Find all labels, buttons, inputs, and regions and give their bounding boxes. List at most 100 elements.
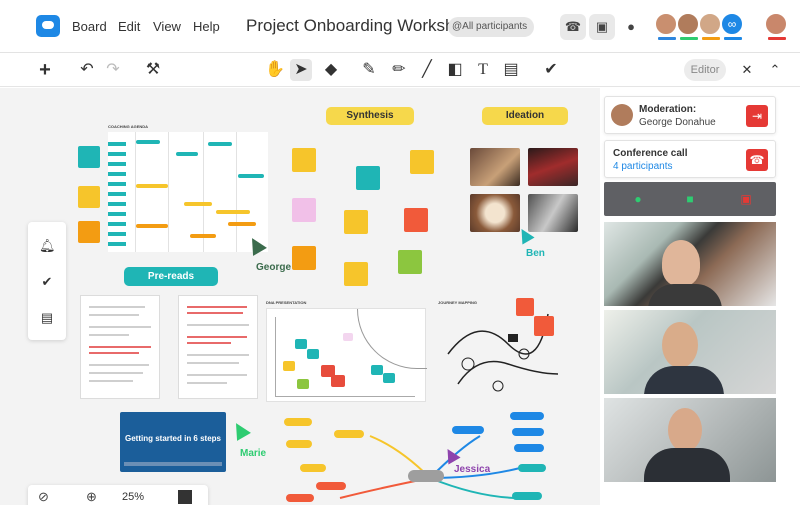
avatar[interactable] xyxy=(654,12,678,40)
menu-board[interactable]: Board xyxy=(72,19,107,34)
editor-button[interactable]: Editor xyxy=(684,59,726,81)
compass-icon[interactable]: ⊘ xyxy=(38,489,49,505)
link-icon[interactable]: ∞ xyxy=(720,12,744,40)
sticky-note[interactable] xyxy=(398,250,422,274)
heading-pre-reads[interactable]: Pre-reads xyxy=(124,267,218,286)
sticky-note[interactable] xyxy=(516,298,534,316)
avatar xyxy=(611,104,633,126)
video-participant-2[interactable] xyxy=(604,310,776,394)
chat-icon[interactable]: ● xyxy=(618,14,644,40)
sticky-note[interactable] xyxy=(78,221,100,243)
video-participant-3[interactable] xyxy=(604,398,776,482)
comment-icon[interactable]: ✔ xyxy=(540,59,562,81)
board-canvas[interactable]: COACHING AGENDA George Synthesis Ideatio… xyxy=(0,88,600,505)
pre-read-document[interactable] xyxy=(80,295,160,399)
sticky-note[interactable] xyxy=(410,150,434,174)
notification-bell-icon[interactable]: 🔔︎ xyxy=(39,238,56,254)
menu-view[interactable]: View xyxy=(153,19,181,34)
conference-call-title: Conference call xyxy=(613,148,688,159)
zoom-toolbar: ⊘ ⊕ 25% xyxy=(28,485,208,505)
participant-body xyxy=(644,366,724,394)
video-progress-bar[interactable] xyxy=(124,462,222,466)
coaching-agenda-title: COACHING AGENDA xyxy=(108,124,149,129)
check-circle-icon[interactable]: ✔ xyxy=(39,274,55,290)
add-icon[interactable]: + xyxy=(34,59,56,81)
sticky-note[interactable] xyxy=(344,262,368,286)
menu-edit[interactable]: Edit xyxy=(118,19,140,34)
phone-icon[interactable]: ☎ xyxy=(560,14,586,40)
moderation-card: Moderation: George Donahue ⇥ xyxy=(604,96,776,134)
avatar[interactable] xyxy=(676,12,700,40)
ideation-photo[interactable] xyxy=(470,148,520,186)
avatar[interactable] xyxy=(698,12,722,40)
sticky-note[interactable] xyxy=(344,210,368,234)
undo-icon[interactable]: ↶ xyxy=(76,59,98,81)
heading-ideation[interactable]: Ideation xyxy=(482,107,568,125)
fullscreen-icon[interactable]: ✕ xyxy=(736,59,758,81)
menu-help[interactable]: Help xyxy=(193,19,220,34)
video-participant-1[interactable] xyxy=(604,222,776,306)
pre-read-document[interactable] xyxy=(178,295,258,399)
mind-map[interactable] xyxy=(280,408,560,505)
participant-face xyxy=(662,240,700,286)
document-list-icon[interactable]: ▤ xyxy=(39,310,55,326)
zoom-level[interactable]: 25% xyxy=(122,491,144,503)
cursor-label-jessica: Jessica xyxy=(454,464,491,475)
participant-body xyxy=(648,284,722,306)
conference-participants-link[interactable]: 4 participants xyxy=(613,161,672,172)
call-controls: ● ■ ▣ xyxy=(604,182,776,216)
microphone-icon[interactable]: ● xyxy=(630,191,646,207)
video-card-title: Getting started in 6 steps xyxy=(124,434,222,443)
eraser-icon[interactable]: ◆ xyxy=(320,59,342,81)
dna-presentation-board[interactable] xyxy=(266,308,427,402)
sticky-note[interactable] xyxy=(534,316,554,336)
hand-icon[interactable]: ✋ xyxy=(264,59,286,81)
sticky-note[interactable] xyxy=(356,166,380,190)
line-icon[interactable]: ╱ xyxy=(416,59,438,81)
participant-body xyxy=(644,448,730,482)
ideation-photo[interactable] xyxy=(528,148,578,186)
sticky-note[interactable] xyxy=(78,146,100,168)
camera-icon[interactable]: ■ xyxy=(682,191,698,207)
agenda-board[interactable] xyxy=(108,132,268,252)
avatar[interactable] xyxy=(764,12,788,40)
sticky-note-icon[interactable]: ▤ xyxy=(500,59,522,81)
sticky-note[interactable] xyxy=(292,246,316,270)
top-bar: Board Edit View Help Project Onboarding … xyxy=(0,0,800,52)
sticky-note[interactable] xyxy=(292,148,316,172)
ideation-photo[interactable] xyxy=(470,194,520,232)
sticky-note[interactable] xyxy=(78,186,100,208)
hang-up-button[interactable]: ☎ xyxy=(746,149,768,171)
shapes-icon[interactable]: ◧ xyxy=(444,59,466,81)
toolbar: + ↶ ↷ ⚒ ✋ ➤ ◆ ✎ ✏ ╱ ◧ T ▤ ✔ Editor ✕ ⌃ xyxy=(0,53,800,87)
board-title[interactable]: Project Onboarding Workshop xyxy=(246,16,473,36)
redo-icon[interactable]: ↷ xyxy=(102,59,124,81)
sticky-note[interactable] xyxy=(404,208,428,232)
participant-face xyxy=(668,408,702,452)
moderation-title: Moderation: xyxy=(639,104,697,115)
collaboration-panel: Moderation: George Donahue ⇥ Conference … xyxy=(600,88,800,505)
select-icon[interactable]: ➤ xyxy=(290,59,312,81)
text-icon[interactable]: T xyxy=(472,59,494,81)
ideation-photo[interactable] xyxy=(528,194,578,232)
participants-badge[interactable]: @All participants xyxy=(448,17,534,37)
heading-synthesis[interactable]: Synthesis xyxy=(326,107,414,125)
app-logo-icon[interactable] xyxy=(36,15,60,37)
conference-call-card: Conference call 4 participants ☎ xyxy=(604,140,776,178)
exit-moderation-button[interactable]: ⇥ xyxy=(746,105,768,127)
journey-map-sketch[interactable] xyxy=(438,294,568,404)
sticky-note[interactable] xyxy=(292,198,316,222)
cursor-label-george: George xyxy=(256,262,292,273)
minimap-icon[interactable] xyxy=(178,490,192,504)
cursor-label-marie: Marie xyxy=(240,448,267,459)
format-painter-icon[interactable]: ⚒ xyxy=(142,59,164,81)
pen-icon[interactable]: ✎ xyxy=(358,59,380,81)
moderator-name: George Donahue xyxy=(639,117,716,128)
zoom-in-icon[interactable]: ⊕ xyxy=(86,489,97,505)
cursor-marie-icon xyxy=(229,419,251,441)
marker-icon[interactable]: ✏ xyxy=(388,59,410,81)
screen-share-icon[interactable]: ▣ xyxy=(589,14,615,40)
video-card[interactable]: Getting started in 6 steps xyxy=(120,412,226,472)
collapse-icon[interactable]: ⌃ xyxy=(764,59,786,81)
screen-share-icon[interactable]: ▣ xyxy=(738,191,754,207)
